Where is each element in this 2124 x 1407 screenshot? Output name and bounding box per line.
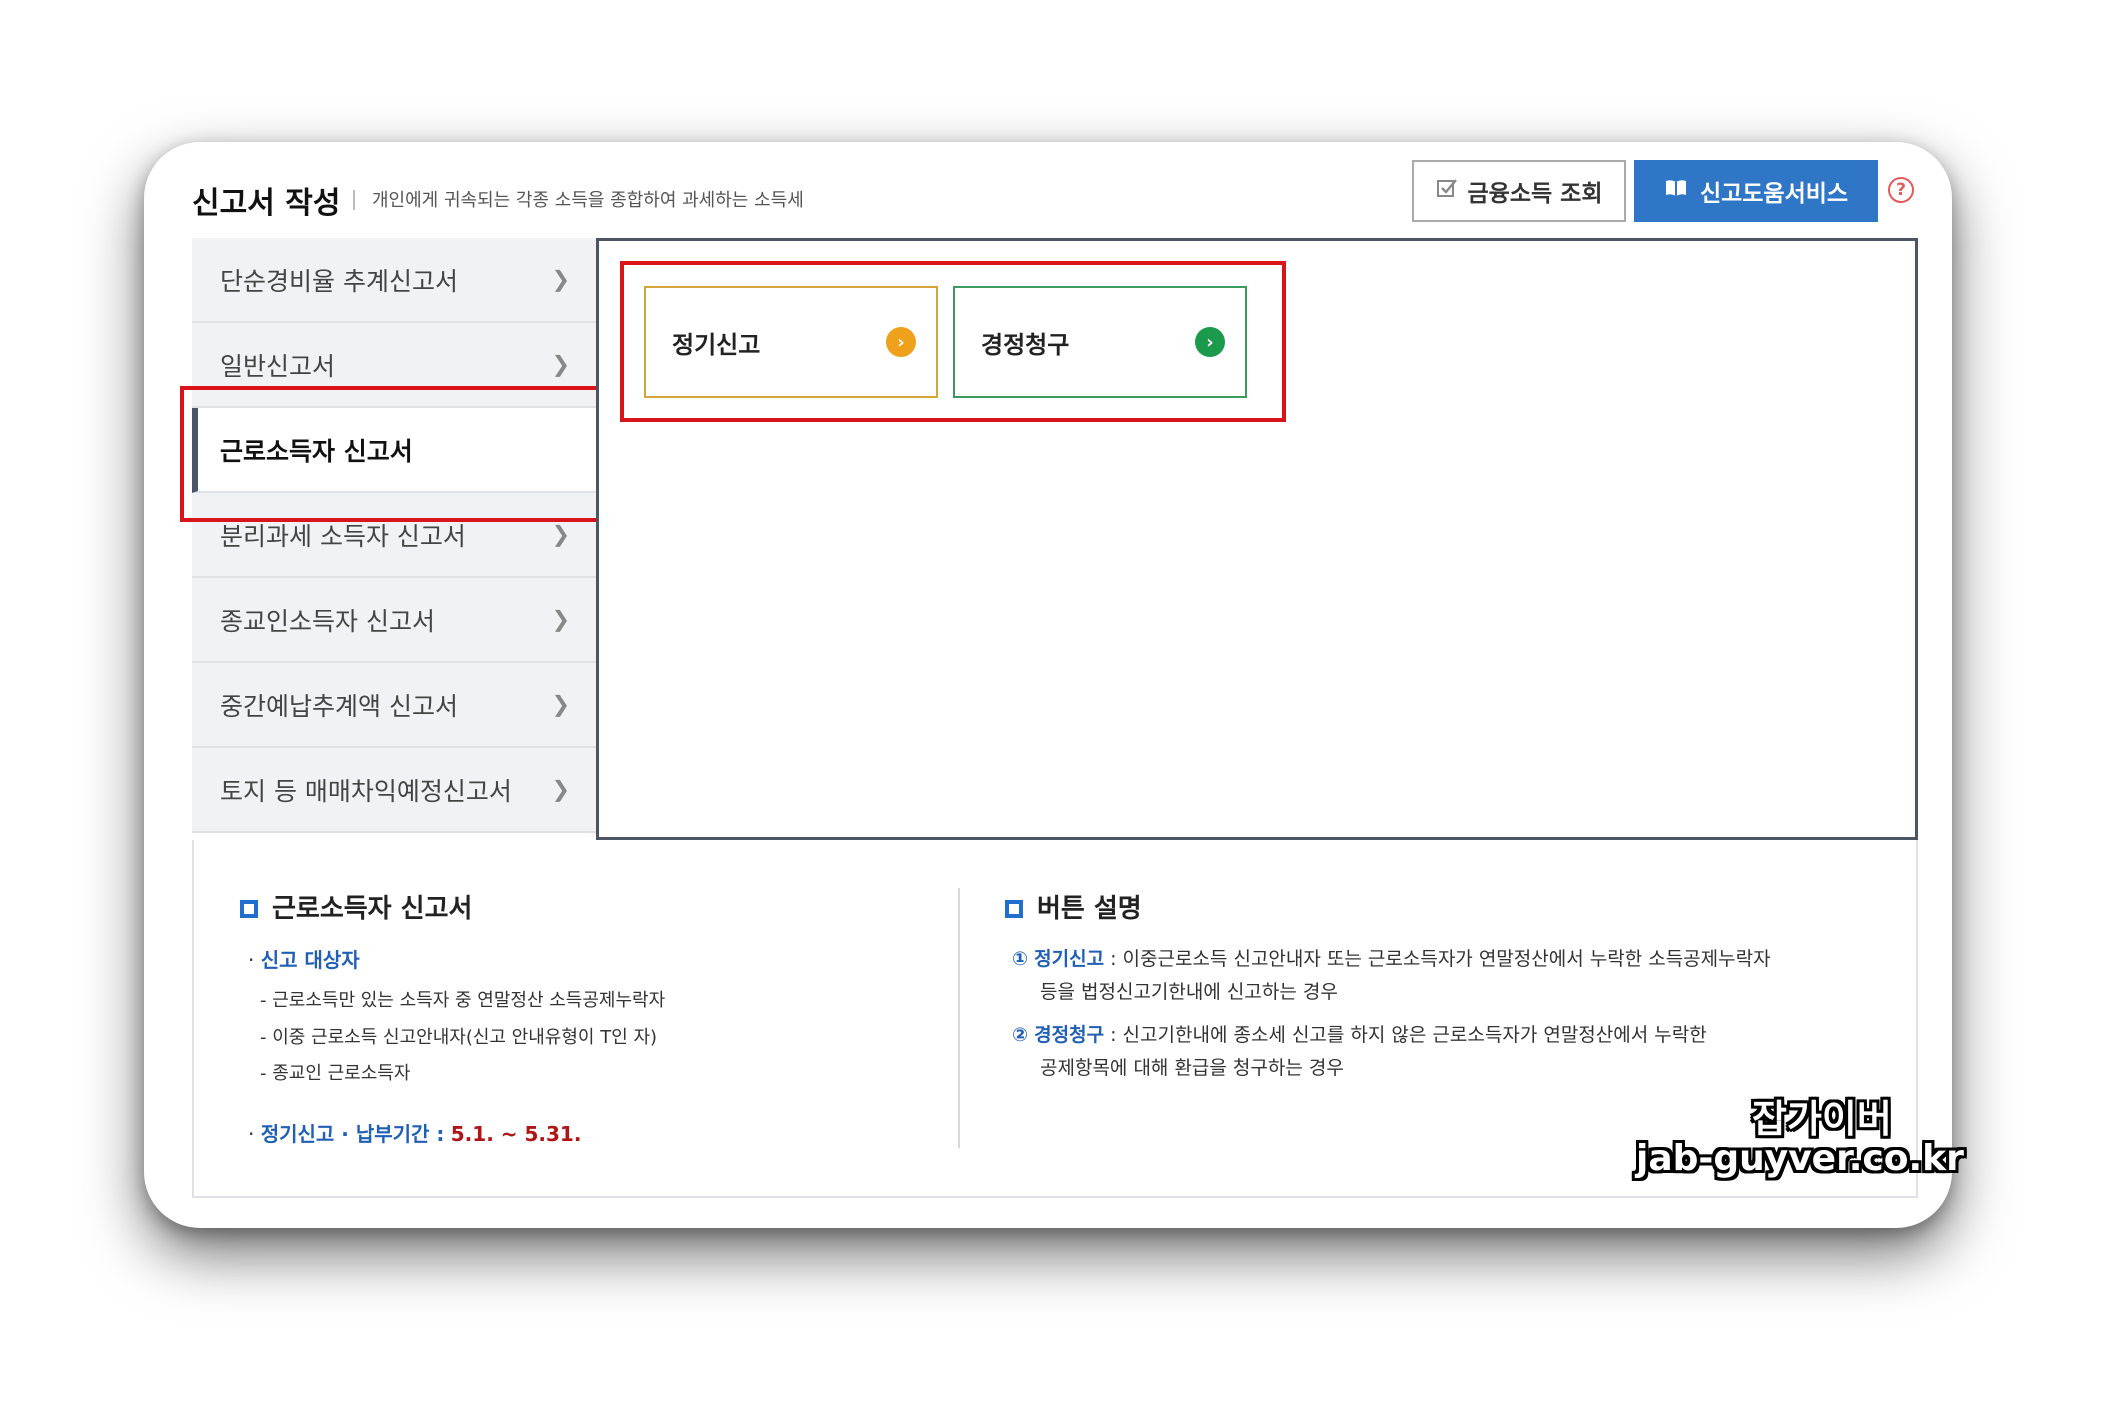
- watermark-url: jab-guyver.co.kr: [1636, 1138, 1964, 1179]
- info-divider: [958, 888, 960, 1148]
- sidebar: 단순경비율 추계신고서 ❯ 일반신고서 ❯ 근로소득자 신고서 분리과세 소득자…: [192, 238, 602, 833]
- financial-income-label: 금융소득 조회: [1467, 181, 1603, 207]
- financial-income-button[interactable]: 금융소득 조회: [1412, 160, 1626, 222]
- info-left-title: 근로소득자 신고서: [240, 888, 472, 925]
- sidebar-item-land-sale[interactable]: 토지 등 매매차익예정신고서 ❯: [192, 748, 596, 833]
- sidebar-item-simple-expense[interactable]: 단순경비율 추계신고서 ❯: [192, 238, 596, 323]
- chevron-right-icon: ❯: [551, 267, 570, 292]
- sidebar-item-interim-prepayment[interactable]: 중간예납추계액 신고서 ❯: [192, 663, 596, 748]
- help-service-label: 신고도움서비스: [1699, 181, 1849, 207]
- sidebar-item-label: 단순경비율 추계신고서: [220, 266, 458, 296]
- sidebar-item-label: 토지 등 매매차익예정신고서: [220, 776, 512, 806]
- square-bullet-icon: [240, 900, 258, 918]
- help-service-button[interactable]: 신고도움서비스: [1634, 160, 1878, 222]
- button-desc-2-cont: 공제항목에 대해 환급을 청구하는 경우: [1040, 1057, 1344, 1079]
- sidebar-item-label: 종교인소득자 신고서: [220, 606, 435, 636]
- button-desc-1: ① 정기신고 : 이중근로소득 신고안내자 또는 근로소득자가 연말정산에서 누…: [1012, 948, 1771, 970]
- button-desc-2: ② 경정청구 : 신고기한내에 종소세 신고를 하지 않은 근로소득자가 연말정…: [1012, 1024, 1707, 1046]
- filing-period: · 정기신고 · 납부기간 : 5.1. ~ 5.31.: [248, 1122, 582, 1146]
- help-question-icon[interactable]: ?: [1888, 177, 1914, 203]
- chevron-right-icon: ❯: [551, 777, 570, 802]
- square-bullet-icon: [1005, 900, 1023, 918]
- book-icon: [1664, 178, 1688, 204]
- chevron-right-icon: ❯: [551, 692, 570, 717]
- highlight-box-options: [620, 261, 1286, 422]
- chevron-right-icon: ❯: [551, 352, 570, 377]
- button-desc-1-cont: 등을 법정신고기한내에 신고하는 경우: [1040, 981, 1338, 1003]
- title-divider: [353, 190, 355, 210]
- page-title: 신고서 작성: [192, 186, 341, 221]
- page-description: 개인에게 귀속되는 각종 소득을 종합하여 과세하는 소득세: [372, 190, 804, 211]
- target-label: · 신고 대상자: [248, 948, 360, 972]
- sidebar-item-religious-income[interactable]: 종교인소득자 신고서 ❯: [192, 578, 596, 663]
- edit-check-icon: [1436, 177, 1458, 205]
- target-item: - 종교인 근로소득자: [260, 1063, 411, 1084]
- highlight-box-sidebar: [180, 386, 614, 522]
- sidebar-item-label: 일반신고서: [220, 351, 336, 381]
- watermark-name: 잡가이버: [1752, 1097, 1892, 1141]
- chevron-right-icon: ❯: [551, 522, 570, 547]
- sidebar-item-label: 중간예납추계액 신고서: [220, 691, 458, 721]
- target-item: - 근로소득만 있는 소득자 중 연말정산 소득공제누락자: [260, 990, 666, 1011]
- chevron-right-icon: ❯: [551, 607, 570, 632]
- info-right-title: 버튼 설명: [1005, 888, 1142, 925]
- target-item: - 이중 근로소득 신고안내자(신고 안내유형이 T인 자): [260, 1027, 658, 1048]
